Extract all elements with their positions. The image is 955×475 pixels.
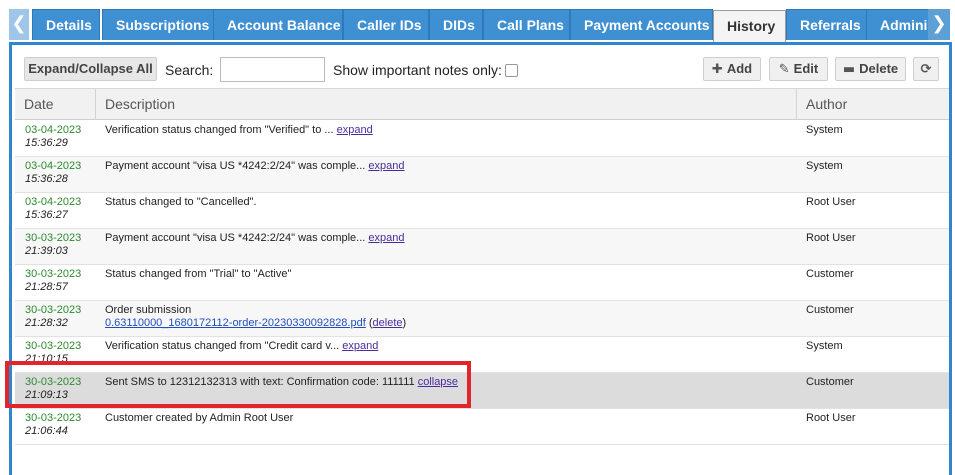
delete-label: Delete	[859, 61, 899, 76]
tab-account-balance[interactable]: Account Balance	[213, 9, 343, 40]
paren-close: )	[402, 317, 407, 329]
tab-bar: ❮ Details Subscriptions Account Balance …	[0, 0, 955, 45]
date-value: 30-03-2023	[25, 304, 82, 316]
history-panel: Expand/Collapse All Search: Show importa…	[9, 42, 952, 475]
row-date: 30-03-2023 21:28:32	[25, 304, 81, 330]
row-description: Order submission 0.63110000_1680172112-or…	[105, 304, 785, 330]
tab-details[interactable]: Details	[32, 9, 100, 40]
date-value: 30-03-2023	[25, 268, 82, 280]
history-toolbar: Expand/Collapse All Search: Show importa…	[12, 45, 949, 89]
expand-link[interactable]: expand	[337, 124, 373, 136]
expand-link[interactable]: expand	[342, 340, 378, 352]
description-text: Customer created by Admin Root User	[105, 412, 294, 424]
column-header-description[interactable]: Description	[96, 89, 797, 120]
tab-caller-ids[interactable]: Caller IDs	[343, 9, 429, 40]
row-author: Root User	[806, 232, 856, 244]
delete-file-link[interactable]: delete	[373, 317, 403, 329]
time-value: 15:36:27	[25, 209, 68, 221]
date-value: 30-03-2023	[25, 232, 82, 244]
plus-icon: ✚	[711, 62, 723, 77]
table-row[interactable]: 03-04-2023 15:36:29 Verification status c…	[15, 121, 949, 157]
grid-header: Date Description Author	[15, 89, 949, 120]
table-row[interactable]: 30-03-2023 21:28:32 Order submission 0.631…	[15, 301, 949, 337]
paren-open: (	[365, 317, 373, 329]
table-row[interactable]: 30-03-2023 21:28:57 Status changed from "…	[15, 265, 949, 301]
tab-strip: Details Subscriptions Account Balance Ca…	[32, 9, 928, 42]
order-pdf-link[interactable]: 0.63110000_1680172112-order-202303300928…	[105, 317, 366, 329]
time-value: 21:39:03	[25, 245, 68, 257]
minus-icon: ▬	[842, 62, 856, 77]
refresh-button[interactable]: ⟳	[913, 57, 939, 81]
expand-link[interactable]: expand	[368, 232, 404, 244]
add-button[interactable]: ✚ Add	[703, 57, 761, 81]
description-text: Order submission	[105, 304, 192, 316]
date-value: 03-04-2023	[25, 124, 82, 136]
expand-link[interactable]: expand	[368, 160, 404, 172]
table-row[interactable]: 03-04-2023 15:36:27 Status changed to "Ca…	[15, 193, 949, 229]
table-row[interactable]: 30-03-2023 21:06:44 Customer created by A…	[15, 409, 949, 445]
date-value: 30-03-2023	[25, 340, 82, 352]
expand-collapse-all-button[interactable]: Expand/Collapse All	[24, 57, 157, 81]
row-description: Verification status changed from "Credit…	[105, 340, 785, 353]
column-header-author[interactable]: Author	[797, 89, 949, 120]
tab-dids[interactable]: DIDs	[429, 9, 483, 40]
delete-button[interactable]: ▬ Delete	[835, 57, 906, 81]
row-date: 30-03-2023 21:06:44	[25, 412, 81, 438]
time-value: 21:28:32	[25, 317, 68, 329]
important-notes-checkbox[interactable]	[505, 64, 518, 77]
table-row[interactable]: 30-03-2023 21:39:03 Payment account "visa…	[15, 229, 949, 265]
history-grid: Date Description Author 03-04-2023 15:36:…	[15, 88, 949, 445]
chevron-left-icon[interactable]: ❮	[9, 9, 29, 40]
time-value: 21:28:57	[25, 281, 68, 293]
search-label: Search:	[165, 62, 214, 78]
description-text: Status changed from "Trial" to "Active"	[105, 268, 292, 280]
description-text: Status changed to "Cancelled".	[105, 196, 257, 208]
row-author: System	[806, 124, 843, 136]
row-date: 30-03-2023 21:39:03	[25, 232, 81, 258]
description-text: Payment account "visa US *4242:2/24" was…	[105, 160, 369, 172]
column-header-date[interactable]: Date	[15, 89, 96, 120]
time-value: 15:36:29	[25, 137, 68, 149]
row-author: Customer	[806, 376, 854, 388]
edit-label: Edit	[793, 61, 819, 76]
tab-payment-accounts[interactable]: Payment Accounts	[570, 9, 713, 40]
row-description: Customer created by Admin Root User	[105, 412, 785, 425]
highlight-box	[5, 361, 471, 408]
chevron-right-icon[interactable]: ❯	[928, 9, 950, 40]
tab-call-plans[interactable]: Call Plans	[483, 9, 570, 40]
edit-button[interactable]: ✎ Edit	[769, 57, 828, 81]
row-date: 03-04-2023 15:36:27	[25, 196, 81, 222]
row-date: 03-04-2023 15:36:28	[25, 160, 81, 186]
important-notes-label: Show important notes only:	[333, 62, 502, 78]
tab-history[interactable]: History	[713, 10, 786, 42]
description-text: Verification status changed from "Credit…	[105, 340, 343, 352]
date-value: 30-03-2023	[25, 412, 82, 424]
row-author: Root User	[806, 196, 856, 208]
description-text: Verification status changed from "Verifi…	[105, 124, 337, 136]
row-date: 30-03-2023 21:28:57	[25, 268, 81, 294]
row-author: Customer	[806, 304, 854, 316]
pencil-icon: ✎	[778, 62, 790, 77]
table-row[interactable]: 03-04-2023 15:36:28 Payment account "visa…	[15, 157, 949, 193]
add-label: Add	[726, 61, 753, 76]
row-author: System	[806, 340, 843, 352]
date-value: 03-04-2023	[25, 160, 82, 172]
row-author: Root User	[806, 412, 856, 424]
row-description: Payment account "visa US *4242:2/24" was…	[105, 160, 785, 173]
tab-administration[interactable]: Adminis	[866, 9, 928, 40]
time-value: 15:36:28	[25, 173, 68, 185]
date-value: 03-04-2023	[25, 196, 82, 208]
row-author: System	[806, 160, 843, 172]
tab-referrals[interactable]: Referrals	[786, 9, 867, 40]
time-value: 21:06:44	[25, 425, 68, 437]
row-date: 03-04-2023 15:36:29	[25, 124, 81, 150]
refresh-icon: ⟳	[920, 62, 932, 77]
row-author: Customer	[806, 268, 854, 280]
row-description: Status changed from "Trial" to "Active"	[105, 268, 785, 281]
search-input[interactable]	[220, 57, 325, 82]
description-text: Payment account "visa US *4242:2/24" was…	[105, 232, 369, 244]
row-description: Status changed to "Cancelled".	[105, 196, 785, 209]
row-description: Verification status changed from "Verifi…	[105, 124, 785, 137]
row-description: Payment account "visa US *4242:2/24" was…	[105, 232, 785, 245]
